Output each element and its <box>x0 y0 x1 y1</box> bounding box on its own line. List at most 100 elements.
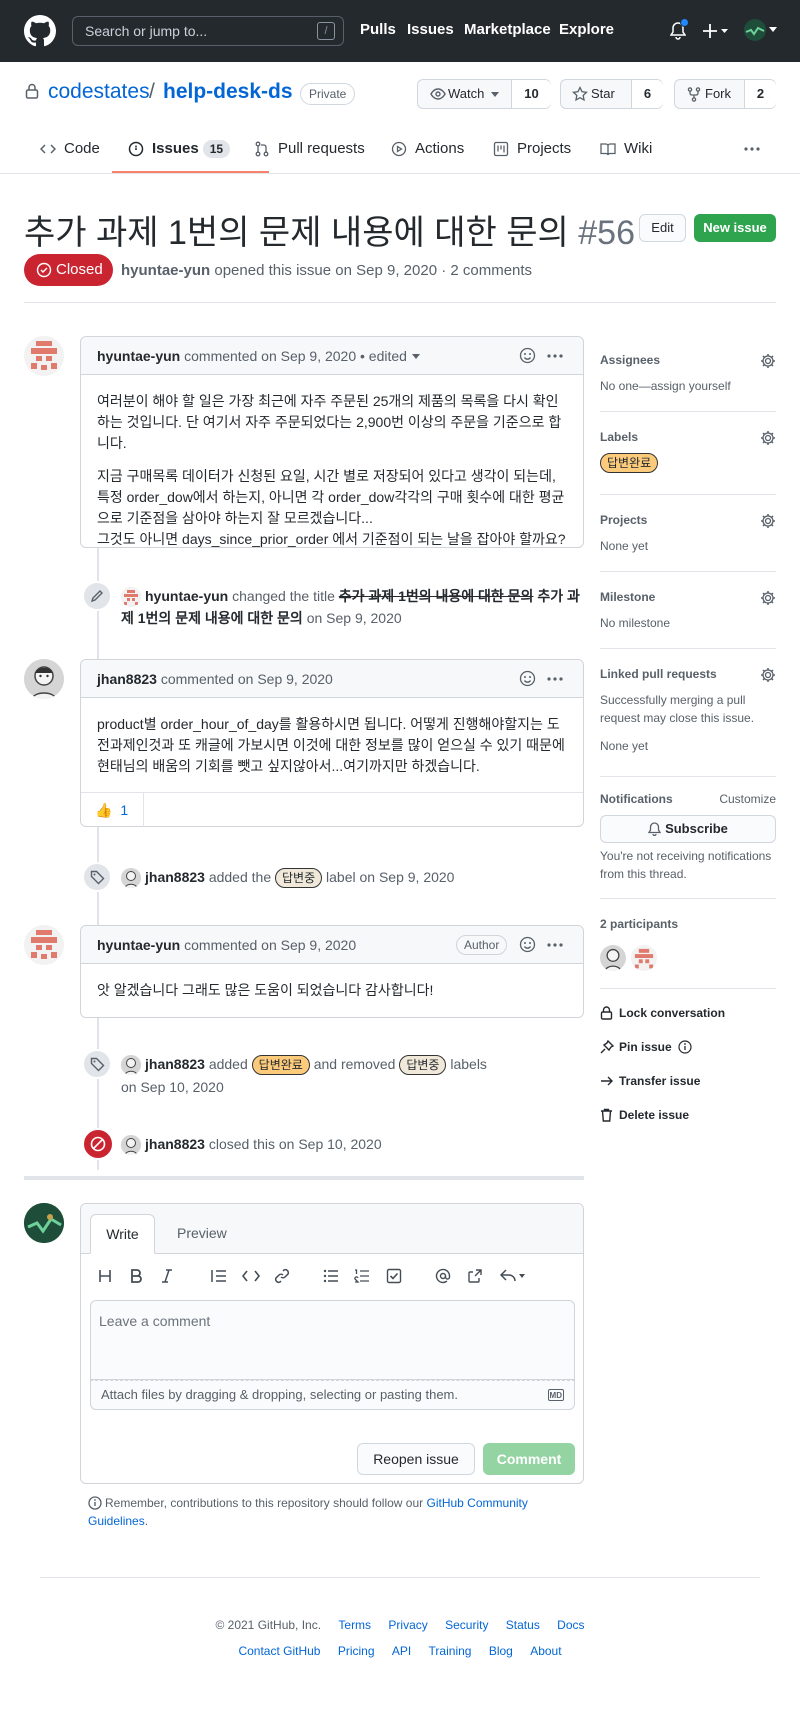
tab-actions[interactable]: Actions <box>391 140 464 157</box>
pin-issue-action[interactable]: Pin issue <box>600 1040 692 1054</box>
star-button[interactable]: Star <box>561 80 615 108</box>
avatar[interactable] <box>121 1055 141 1076</box>
nav-marketplace[interactable]: Marketplace <box>464 21 551 38</box>
tab-wiki[interactable]: Wiki <box>600 140 652 157</box>
tab-code[interactable]: Code <box>40 140 100 157</box>
gear-icon[interactable] <box>760 353 776 369</box>
kebab-menu-icon[interactable] <box>546 353 564 359</box>
tab-preview[interactable]: Preview <box>177 1225 227 1241</box>
event-actor[interactable]: jhan8823 <box>145 1136 205 1152</box>
avatar[interactable] <box>24 1203 64 1243</box>
gear-icon[interactable] <box>760 430 776 446</box>
smiley-icon[interactable] <box>519 347 536 364</box>
gear-icon[interactable] <box>760 590 776 606</box>
kebab-menu-icon[interactable] <box>546 676 564 682</box>
smiley-icon[interactable] <box>519 670 536 687</box>
link-icon[interactable] <box>274 1268 290 1284</box>
label-badge[interactable]: 답변중 <box>275 868 323 889</box>
avatar[interactable] <box>121 868 141 889</box>
comment-textarea[interactable]: Leave a comment <box>90 1300 575 1380</box>
nav-explore[interactable]: Explore <box>559 21 614 38</box>
heading-icon[interactable] <box>98 1269 112 1283</box>
tab-write[interactable]: Write <box>90 1214 155 1254</box>
event-date[interactable]: on Sep 9, 2020 <box>307 610 402 626</box>
code-icon[interactable] <box>242 1269 260 1283</box>
cross-reference-icon[interactable] <box>467 1268 483 1284</box>
task-list-icon[interactable] <box>386 1268 402 1284</box>
fork-count[interactable]: 2 <box>744 80 776 108</box>
watch-count[interactable]: 10 <box>511 80 551 108</box>
event-actor[interactable]: jhan8823 <box>145 1056 205 1072</box>
footer-link-about[interactable]: About <box>530 1644 561 1658</box>
nav-pulls[interactable]: Pulls <box>360 21 396 38</box>
reply-icon[interactable] <box>500 1269 526 1283</box>
footer-link-blog[interactable]: Blog <box>489 1644 513 1658</box>
new-issue-button[interactable]: New issue <box>694 214 776 242</box>
comment-author[interactable]: hyuntae-yun <box>97 348 180 364</box>
fork-button[interactable]: Fork <box>675 80 731 108</box>
markdown-icon[interactable]: MD <box>547 1389 564 1401</box>
label-badge[interactable]: 답변완료 <box>600 453 659 473</box>
footer-link-contact[interactable]: Contact GitHub <box>238 1644 320 1658</box>
label-badge[interactable]: 답변중 <box>399 1055 447 1076</box>
avatar[interactable] <box>24 925 64 965</box>
user-avatar-menu[interactable] <box>744 19 777 41</box>
smiley-icon[interactable] <box>519 936 536 953</box>
subscribe-button[interactable]: Subscribe <box>600 815 776 843</box>
mention-icon[interactable] <box>435 1268 451 1284</box>
event-actor[interactable]: jhan8823 <box>145 869 205 885</box>
more-tabs-icon[interactable] <box>743 146 761 152</box>
github-logo-icon[interactable] <box>24 15 56 47</box>
footer-link-docs[interactable]: Docs <box>557 1618 584 1632</box>
italic-icon[interactable] <box>161 1269 173 1283</box>
footer-link-privacy[interactable]: Privacy <box>388 1618 427 1632</box>
label-badge[interactable]: 답변완료 <box>251 1055 310 1076</box>
delete-issue-action[interactable]: Delete issue <box>600 1108 689 1122</box>
edit-button[interactable]: Edit <box>639 214 686 242</box>
footer-link-status[interactable]: Status <box>506 1618 540 1632</box>
unordered-list-icon[interactable] <box>323 1269 339 1283</box>
comment-author[interactable]: hyuntae-yun <box>97 937 180 953</box>
avatar[interactable] <box>121 587 141 608</box>
bold-icon[interactable] <box>130 1269 142 1283</box>
event-date[interactable]: on Sep 10, 2020 <box>121 1079 224 1095</box>
comment-meta[interactable]: commented on Sep 9, 2020 • edited <box>184 348 407 364</box>
ordered-list-icon[interactable] <box>354 1269 370 1283</box>
assign-yourself-link[interactable]: No one—assign yourself <box>600 377 776 395</box>
footer-link-pricing[interactable]: Pricing <box>338 1644 375 1658</box>
gear-icon[interactable] <box>760 667 776 683</box>
lock-conversation-action[interactable]: Lock conversation <box>600 1006 725 1020</box>
avatar[interactable] <box>24 659 64 699</box>
reopen-issue-button[interactable]: Reopen issue <box>357 1443 475 1475</box>
avatar[interactable] <box>631 945 657 971</box>
tab-projects[interactable]: Projects <box>493 140 571 157</box>
quote-icon[interactable] <box>211 1269 227 1283</box>
attach-files-area[interactable]: Attach files by dragging & dropping, sel… <box>90 1380 575 1410</box>
avatar[interactable] <box>600 945 626 971</box>
transfer-issue-action[interactable]: Transfer issue <box>600 1074 700 1088</box>
repo-name-link[interactable]: help-desk-ds <box>163 80 293 104</box>
avatar[interactable] <box>24 336 64 376</box>
search-input[interactable]: Search or jump to... / <box>72 16 344 46</box>
tab-issues[interactable]: Issues 15 <box>128 140 231 158</box>
footer-link-training[interactable]: Training <box>429 1644 472 1658</box>
plus-icon[interactable] <box>703 23 731 39</box>
avatar[interactable] <box>121 1135 141 1156</box>
comment-author[interactable]: jhan8823 <box>97 671 157 687</box>
repo-owner-link[interactable]: codestates <box>48 80 150 104</box>
footer-link-api[interactable]: API <box>392 1644 411 1658</box>
footer-link-security[interactable]: Security <box>445 1618 488 1632</box>
issue-author[interactable]: hyuntae-yun <box>121 262 210 279</box>
watch-button[interactable]: Watch <box>418 80 484 108</box>
customize-link[interactable]: Customize <box>719 792 776 806</box>
footer-link-terms[interactable]: Terms <box>338 1618 371 1632</box>
info-icon[interactable] <box>678 1040 692 1054</box>
reaction-thumbs-up[interactable]: 👍 1 <box>81 793 144 827</box>
gear-icon[interactable] <box>760 513 776 529</box>
star-count[interactable]: 6 <box>631 80 663 108</box>
comment-meta[interactable]: commented on Sep 9, 2020 <box>184 937 356 953</box>
comment-button[interactable]: Comment <box>483 1443 575 1475</box>
chevron-down-icon[interactable] <box>412 354 420 359</box>
kebab-menu-icon[interactable] <box>546 942 564 948</box>
bell-icon[interactable] <box>670 18 689 40</box>
